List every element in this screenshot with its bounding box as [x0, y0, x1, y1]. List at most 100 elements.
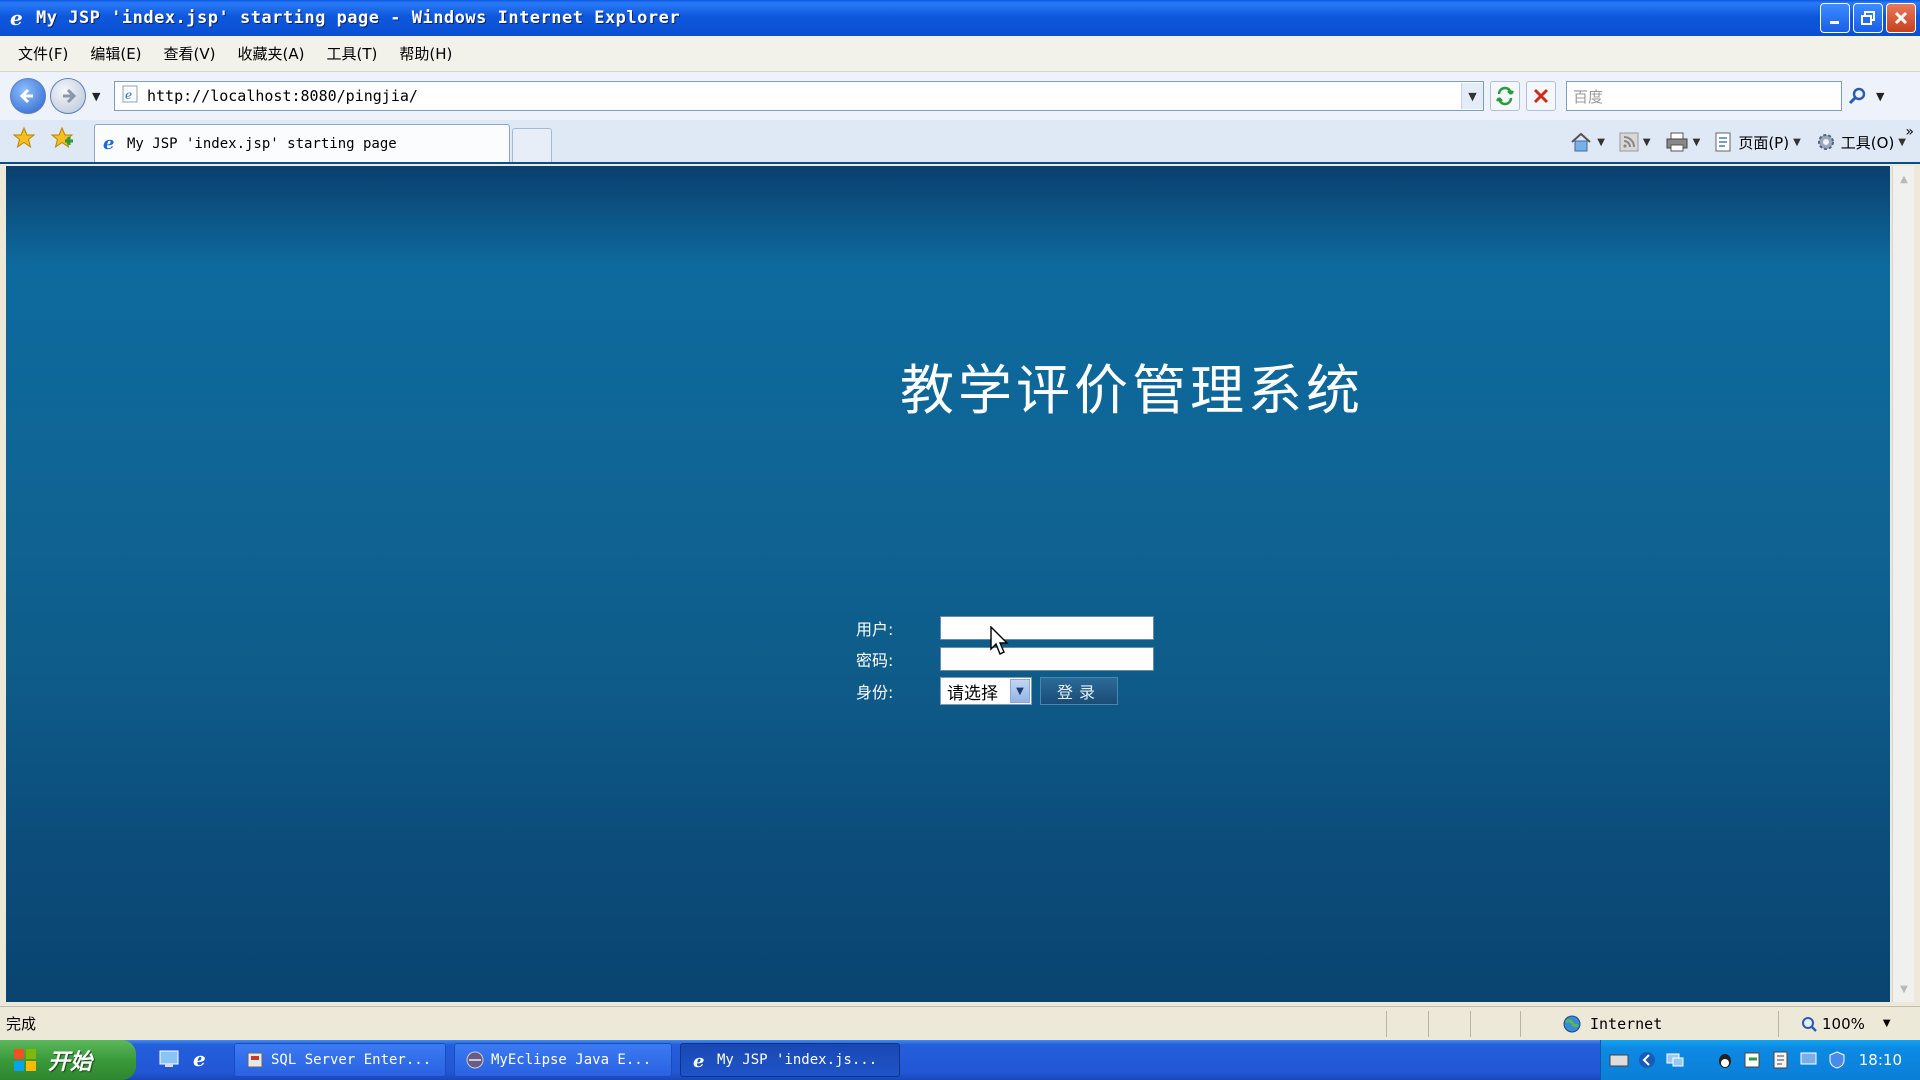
windows-logo-icon	[14, 1049, 36, 1071]
ie-icon: e	[6, 6, 30, 30]
menu-file[interactable]: 文件(F)	[10, 43, 82, 64]
system-tray: 18:10	[1600, 1040, 1920, 1080]
url-text[interactable]: http://localhost:8080/pingjia/	[147, 87, 1461, 105]
ie-quicklaunch-icon[interactable]: e	[190, 1047, 212, 1073]
page-title: 教学评价管理系统	[900, 359, 1364, 422]
favorites-star-icon[interactable]	[12, 126, 36, 154]
svg-text:e: e	[125, 88, 132, 102]
restore-button[interactable]	[1853, 3, 1883, 33]
user-label: 用户:	[856, 620, 894, 639]
stop-button[interactable]	[1526, 81, 1556, 111]
page-icon	[1715, 132, 1731, 152]
status-divider	[1386, 1011, 1387, 1037]
search-button[interactable]	[1844, 81, 1870, 111]
printer-icon	[1666, 132, 1688, 152]
vertical-scrollbar[interactable]: ▲ ▼	[1892, 166, 1914, 1002]
start-label: 开始	[48, 1050, 93, 1075]
tools-menu-button[interactable]: 工具(O) ▼	[1811, 131, 1910, 153]
taskbar: 开始 e SQL Server Enter... MyEclipse Java …	[0, 1040, 1920, 1080]
search-input[interactable]: 百度	[1566, 81, 1842, 111]
minimize-icon	[1830, 21, 1839, 24]
stop-icon	[1533, 88, 1549, 104]
task-label: MyEclipse Java E...	[491, 1052, 652, 1068]
zone-label: Internet	[1590, 1014, 1663, 1033]
start-button[interactable]: 开始	[0, 1040, 136, 1080]
menu-favorites[interactable]: 收藏夹(A)	[230, 43, 319, 64]
restore-icon	[1861, 11, 1875, 25]
tab-title: My JSP 'index.jsp' starting page	[127, 135, 397, 152]
menu-help[interactable]: 帮助(H)	[391, 43, 466, 64]
close-icon	[1894, 11, 1908, 25]
role-label: 身份:	[856, 683, 894, 702]
print-button[interactable]: ▼	[1661, 131, 1705, 153]
zoom-control[interactable]: 100% ▼	[1800, 1015, 1891, 1033]
chevron-more-icon[interactable]: »	[1905, 124, 1914, 140]
search-options-icon[interactable]: ▼	[1876, 90, 1890, 103]
menu-bar: 文件(F) 编辑(E) 查看(V) 收藏夹(A) 工具(T) 帮助(H)	[0, 36, 1920, 72]
window-title: My JSP 'index.jsp' starting page - Windo…	[36, 8, 681, 28]
arrow-left-icon	[19, 88, 33, 104]
refresh-icon	[1496, 86, 1514, 106]
page-menu-label: 页面(P)	[1738, 133, 1790, 152]
ie-icon: e	[101, 132, 121, 156]
refresh-button[interactable]	[1490, 81, 1520, 111]
home-button[interactable]: ▼	[1565, 131, 1609, 153]
scroll-up-icon[interactable]: ▲	[1895, 170, 1913, 188]
myeclipse-icon	[466, 1051, 484, 1069]
svg-text:e: e	[10, 7, 23, 29]
page-content	[6, 166, 1890, 1002]
forward-button[interactable]	[50, 78, 86, 114]
role-row: 身份: 请选择 ▼ 登录	[856, 677, 1118, 705]
menu-view[interactable]: 查看(V)	[156, 43, 230, 64]
svg-text:e: e	[693, 1051, 704, 1070]
back-button[interactable]	[10, 78, 46, 114]
notes-icon[interactable]	[1771, 1050, 1791, 1070]
task-label: SQL Server Enter...	[271, 1052, 432, 1068]
zoom-icon	[1802, 1016, 1817, 1032]
zoom-label: 100%	[1822, 1014, 1865, 1033]
status-divider	[1520, 1011, 1521, 1037]
zoom-dropdown-icon[interactable]: ▼	[1883, 1018, 1891, 1029]
menu-tools[interactable]: 工具(T)	[318, 43, 391, 64]
task-sql-server[interactable]: SQL Server Enter...	[234, 1043, 446, 1077]
user-input[interactable]	[940, 616, 1154, 640]
role-select[interactable]: 请选择 ▼	[940, 677, 1032, 705]
status-divider	[1428, 1011, 1429, 1037]
url-dropdown-icon[interactable]: ▼	[1461, 83, 1483, 109]
keyboard-icon[interactable]	[1609, 1050, 1629, 1070]
history-dropdown-icon[interactable]: ▼	[92, 90, 106, 103]
arrow-right-icon	[63, 88, 77, 104]
window-title-bar[interactable]: e My JSP 'index.jsp' starting page - Win…	[0, 0, 1920, 36]
show-desktop-icon[interactable]	[158, 1047, 180, 1073]
task-myeclipse[interactable]: MyEclipse Java E...	[454, 1043, 672, 1077]
add-favorite-icon[interactable]	[50, 126, 74, 154]
minimize-button[interactable]	[1820, 3, 1850, 33]
feeds-button[interactable]: ▼	[1615, 132, 1655, 152]
scroll-down-icon[interactable]: ▼	[1895, 980, 1913, 998]
clock: 18:10	[1858, 1051, 1902, 1069]
status-bar: 完成 Internet 100% ▼	[0, 1006, 1920, 1040]
rss-icon	[1619, 132, 1639, 152]
antivirus-icon[interactable]	[1743, 1050, 1763, 1070]
network-icon[interactable]	[1665, 1050, 1685, 1070]
shield-icon[interactable]	[1827, 1050, 1847, 1070]
status-divider	[1470, 1011, 1471, 1037]
page-icon: e	[121, 85, 141, 107]
menu-edit[interactable]: 编辑(E)	[82, 43, 155, 64]
tab-current[interactable]: e My JSP 'index.jsp' starting page	[94, 124, 510, 162]
globe-icon	[1563, 1015, 1581, 1032]
display-icon[interactable]	[1799, 1050, 1819, 1070]
role-selected-value: 请选择	[947, 683, 998, 704]
page-menu-button[interactable]: 页面(P) ▼	[1710, 131, 1804, 153]
login-button[interactable]: 登录	[1040, 677, 1118, 705]
task-ie[interactable]: e My JSP 'index.js...	[680, 1043, 900, 1077]
security-zone[interactable]: Internet	[1562, 1014, 1662, 1034]
chevron-left-icon[interactable]	[1637, 1050, 1657, 1070]
new-tab-button[interactable]	[512, 128, 552, 162]
address-bar[interactable]: e http://localhost:8080/pingjia/ ▼	[114, 81, 1484, 111]
close-button[interactable]	[1886, 3, 1916, 33]
password-input[interactable]	[940, 647, 1154, 671]
qq-penguin-icon[interactable]	[1715, 1050, 1735, 1070]
password-label: 密码:	[856, 651, 894, 670]
chevron-down-icon[interactable]: ▼	[1010, 679, 1030, 703]
